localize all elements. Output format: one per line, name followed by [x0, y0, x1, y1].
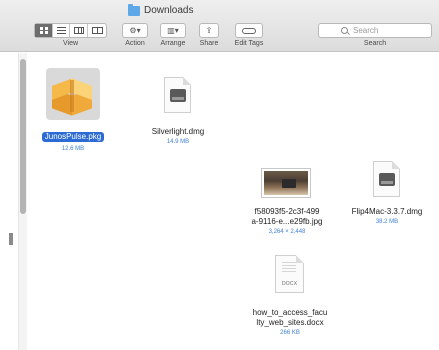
file-name-line-1: how_to_access_facu — [252, 308, 328, 317]
tag-icon — [242, 27, 256, 34]
share-icon: ⇪ — [205, 25, 213, 35]
search-icon — [341, 27, 348, 34]
file-icon-view: JunosPulse.pkg 12.6 MB Silverlight.dmg 1… — [0, 53, 439, 350]
file-name-line-1: f58093f5-2c3f-499 — [254, 207, 320, 216]
arrange-icon: ▥▾ — [167, 25, 179, 35]
file-item[interactable]: Silverlight.dmg 14.9 MB — [136, 71, 220, 151]
search-label: Search — [363, 40, 387, 47]
window-title: Downloads — [0, 4, 439, 19]
list-view-button[interactable] — [53, 24, 70, 37]
file-size: 266 KB — [280, 330, 300, 336]
finder-window: Downloads View ⚙▾ Action ▥▾ Arrange ⇪ Sh… — [0, 0, 439, 350]
file-size: 12.6 MB — [61, 146, 85, 152]
disk-image-icon — [373, 161, 400, 197]
file-item[interactable]: DOCX how_to_access_facu lty_web_sites.do… — [243, 253, 337, 348]
cover-flow-icon — [91, 27, 103, 34]
arrange-label: Arrange — [160, 40, 186, 47]
columns-icon — [73, 27, 84, 34]
file-size: 14.9 MB — [166, 139, 190, 145]
file-name-line-2: lty_web_sites.docx — [256, 318, 324, 327]
docx-icon: DOCX — [275, 255, 304, 293]
action-button[interactable]: ⚙▾ — [122, 23, 148, 38]
search-placeholder: Search — [353, 26, 379, 35]
package-icon — [52, 76, 92, 116]
file-item[interactable]: Flip4Mac-3.3.7.dmg 38.2 MB — [340, 159, 434, 249]
list-icon — [56, 27, 66, 34]
file-item[interactable]: f58093f5-2c3f-499 a-9116-e...e29fb.jpg 3… — [240, 159, 334, 254]
arrange-button[interactable]: ▥▾ — [160, 23, 186, 38]
docx-badge: DOCX — [282, 281, 298, 287]
window-title-text: Downloads — [144, 5, 194, 16]
edit-tags-label: Edit Tags — [234, 40, 264, 47]
view-mode-control — [34, 23, 107, 38]
grid-icon — [39, 27, 48, 34]
share-label: Share — [199, 40, 219, 47]
photo-thumbnail — [262, 169, 310, 197]
gear-icon: ⚙▾ — [129, 25, 141, 35]
folder-icon — [128, 4, 140, 16]
action-label: Action — [125, 40, 145, 47]
window-resize-handle[interactable] — [9, 233, 13, 245]
view-label: View — [62, 40, 79, 47]
toolbar: Downloads View ⚙▾ Action ▥▾ Arrange ⇪ Sh… — [0, 0, 439, 52]
file-name: Silverlight.dmg — [151, 127, 205, 136]
edit-tags-button[interactable] — [235, 23, 263, 38]
share-button[interactable]: ⇪ — [199, 23, 219, 38]
file-name-line-2: a-9116-e...e29fb.jpg — [251, 217, 323, 226]
scrollbar-thumb[interactable] — [20, 59, 26, 214]
file-size: 38.2 MB — [375, 219, 399, 225]
column-view-button[interactable] — [70, 24, 88, 37]
file-dimensions: 3,264 × 2,448 — [268, 229, 306, 235]
disk-image-icon — [164, 77, 191, 113]
search-input[interactable]: Search — [318, 23, 432, 38]
cover-flow-view-button[interactable] — [88, 24, 106, 37]
file-item[interactable]: JunosPulse.pkg 12.6 MB — [31, 68, 115, 153]
file-name: JunosPulse.pkg — [41, 132, 105, 142]
file-name: Flip4Mac-3.3.7.dmg — [351, 207, 423, 216]
icon-view-button[interactable] — [35, 24, 53, 37]
